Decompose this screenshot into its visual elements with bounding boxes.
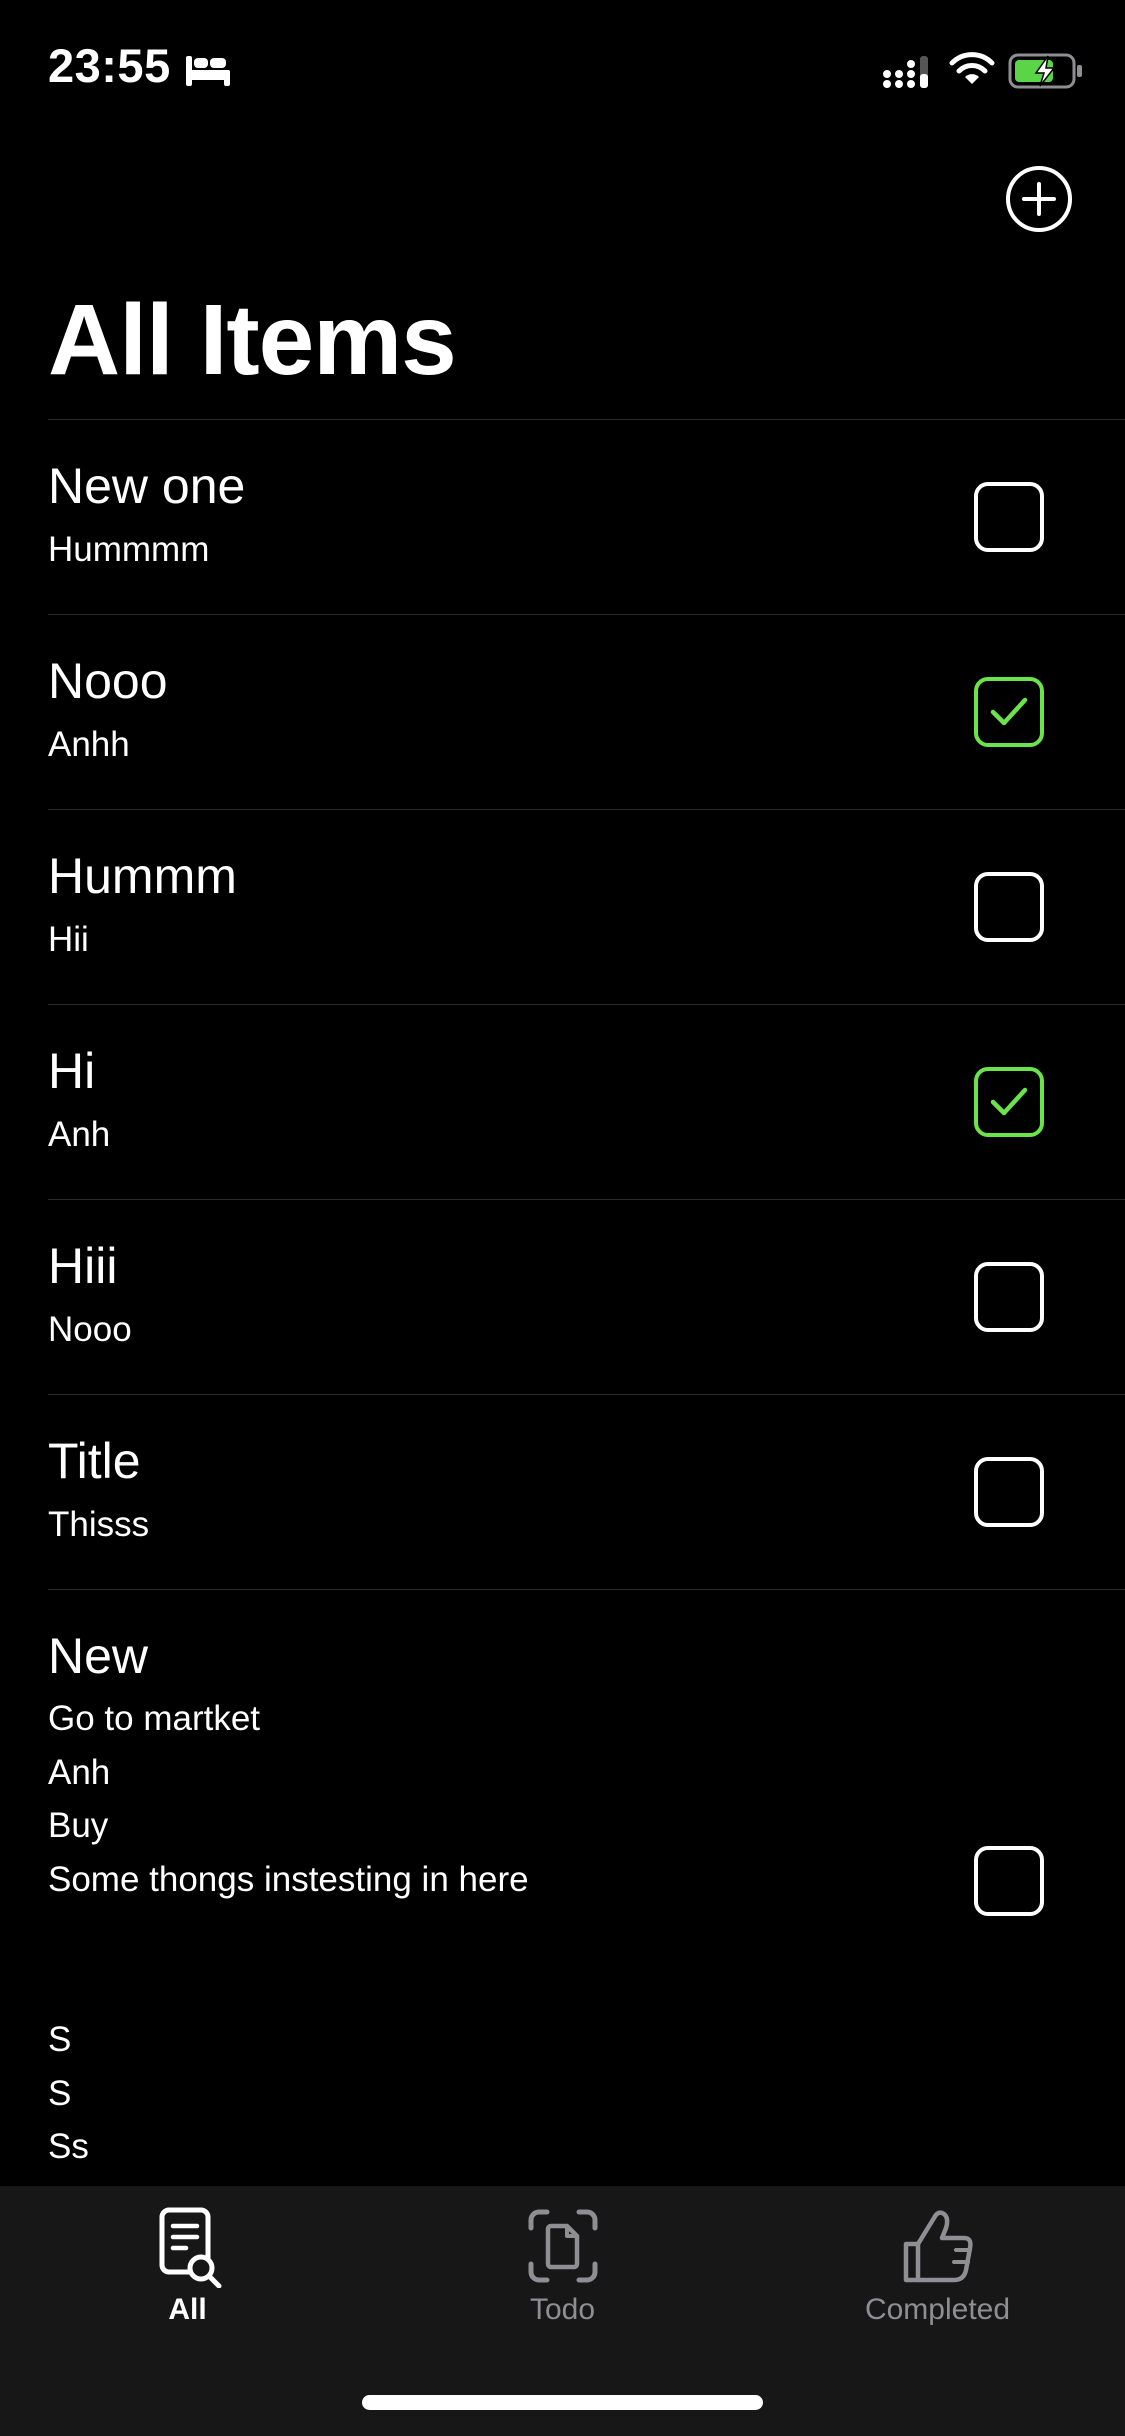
checkbox-checked[interactable]: [974, 677, 1044, 747]
checkbox[interactable]: [974, 1457, 1044, 1527]
tab-all[interactable]: All: [0, 2186, 375, 2346]
checkmark-icon: [990, 697, 1028, 726]
item-title: Title: [48, 1433, 141, 1489]
page-title: All Items: [48, 284, 457, 396]
tab-label: Todo: [529, 2293, 596, 2326]
item-subtitle: Thisss: [48, 1505, 150, 1544]
home-indicator: [362, 2395, 763, 2410]
tab-label: Completed: [864, 2293, 1011, 2326]
list-item[interactable]: Hiii Nooo: [48, 1200, 1125, 1395]
checkbox[interactable]: [974, 1846, 1044, 1916]
list-item[interactable]: Hummm Hii: [48, 810, 1125, 1005]
tab-label: All: [168, 2293, 207, 2326]
checkbox[interactable]: [974, 872, 1044, 942]
list-item[interactable]: New Go to martket Anh Buy Some thongs in…: [48, 1590, 1125, 2187]
checkbox[interactable]: [974, 1262, 1044, 1332]
plus-circle-icon[interactable]: [1005, 165, 1073, 233]
thumbs-up-icon: [903, 2210, 973, 2283]
item-subtitle: Hii: [48, 920, 89, 959]
checkbox-checked[interactable]: [974, 1067, 1044, 1137]
item-subtitle: Hummmm: [48, 530, 210, 569]
tab-todo[interactable]: Todo: [375, 2186, 750, 2346]
items-list: New one Hummmm Nooo Anhh Hummm Hii Hi An…: [48, 419, 1125, 2187]
status-bar: 23:55: [0, 0, 1125, 132]
doc-search-icon: [159, 2207, 221, 2288]
item-subtitle: Anhh: [48, 725, 130, 764]
signal-icon: [883, 56, 928, 88]
status-time: 23:55: [48, 39, 171, 92]
bed-icon: [186, 56, 230, 86]
tab-bar: All Todo Completed: [0, 2186, 1125, 2436]
item-title: New one: [48, 458, 246, 514]
tab-completed[interactable]: Completed: [750, 2186, 1125, 2346]
wifi-icon: [949, 52, 995, 84]
item-title: New: [48, 1628, 149, 1684]
item-subtitle: Go to martket Anh Buy Some thongs instes…: [48, 1699, 529, 2166]
item-title: Hi: [48, 1043, 96, 1099]
item-subtitle: Anh: [48, 1115, 111, 1154]
battery-charging-icon: [1008, 53, 1082, 89]
checkbox[interactable]: [974, 482, 1044, 552]
item-title: Nooo: [48, 653, 168, 709]
doc-frame-icon: [528, 2209, 597, 2283]
list-item[interactable]: Hi Anh: [48, 1005, 1125, 1200]
item-title: Hummm: [48, 848, 237, 904]
item-title: Hiii: [48, 1238, 118, 1294]
list-item[interactable]: Title Thisss: [48, 1395, 1125, 1590]
list-item[interactable]: Nooo Anhh: [48, 615, 1125, 810]
list-item[interactable]: New one Hummmm: [48, 420, 1125, 615]
checkmark-icon: [990, 1087, 1028, 1116]
item-subtitle: Nooo: [48, 1310, 132, 1349]
